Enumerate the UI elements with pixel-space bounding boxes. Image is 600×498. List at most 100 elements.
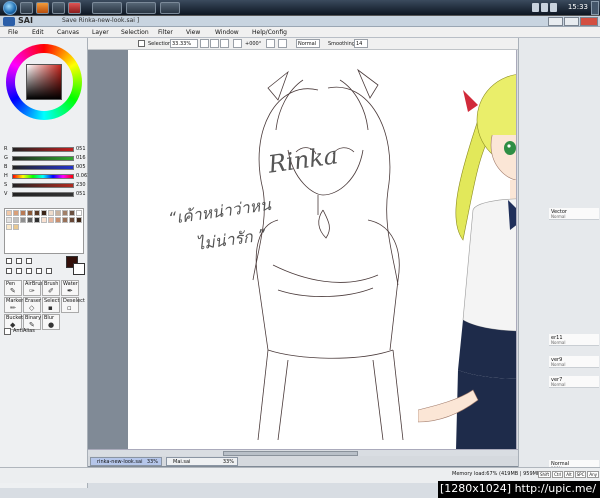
canvas-area[interactable]: Rinka “เค้าหน่าว่าหน ไม่น่ารัก ”	[88, 50, 598, 470]
layer-row[interactable]: Vector Normal	[549, 208, 599, 220]
slider-g[interactable]: G 016	[4, 155, 86, 163]
taskbar-app-1[interactable]	[20, 2, 33, 14]
zoom-in-button[interactable]	[210, 39, 219, 48]
color-swatch[interactable]	[20, 210, 26, 216]
secondary-color-icon[interactable]	[73, 263, 85, 275]
blend-select[interactable]: Normal	[296, 39, 320, 48]
color-swatch[interactable]	[34, 217, 40, 223]
color-swatch[interactable]	[6, 224, 12, 230]
taskbar-app-4[interactable]	[68, 2, 81, 14]
menu-view[interactable]: View	[186, 29, 200, 36]
eyedropper-icon[interactable]	[46, 268, 52, 274]
zoom-icon[interactable]	[16, 268, 22, 274]
zoom-field[interactable]: 33.33%	[170, 39, 198, 48]
smoothing-field[interactable]: 14	[354, 39, 368, 48]
rotate-icon[interactable]	[26, 268, 32, 274]
pen-tool-button[interactable]: Pen ✎	[4, 280, 22, 296]
layer-row[interactable]: ver9 Normal	[549, 356, 599, 368]
color-swatch[interactable]	[27, 217, 33, 223]
lasso-icon[interactable]	[16, 258, 22, 264]
water-tool-button[interactable]: Water ✒	[61, 280, 79, 296]
close-button[interactable]	[580, 17, 598, 26]
rotate-right-button[interactable]	[266, 39, 275, 48]
eraser-tool-button[interactable]: Eraser ◇	[23, 297, 41, 313]
color-swatch[interactable]	[62, 210, 68, 216]
slider-s[interactable]: S 230	[4, 182, 86, 190]
slider-track[interactable]	[12, 192, 74, 197]
taskbar-app-3[interactable]	[52, 2, 65, 14]
slider-r[interactable]: R 051	[4, 146, 86, 154]
flip-button[interactable]	[278, 39, 287, 48]
menu-canvas[interactable]: Canvas	[57, 29, 79, 36]
menu-filter[interactable]: Filter	[158, 29, 173, 36]
start-button[interactable]	[3, 1, 17, 15]
slider-v[interactable]: V 051	[4, 191, 86, 199]
move-icon[interactable]	[6, 268, 12, 274]
menu-edit[interactable]: Edit	[32, 29, 44, 36]
layer-row[interactable]: er11 Normal	[549, 334, 599, 346]
color-swatch[interactable]	[13, 217, 19, 223]
color-swatch[interactable]	[55, 210, 61, 216]
hand-icon[interactable]	[36, 268, 42, 274]
maximize-button[interactable]	[564, 17, 579, 26]
blur-tool-button[interactable]: Blur ●	[42, 314, 60, 330]
color-swatch[interactable]	[48, 217, 54, 223]
taskbar-clock[interactable]: 15:33	[568, 3, 588, 11]
taskbar-app-5[interactable]	[92, 2, 122, 14]
show-desktop-button[interactable]	[591, 1, 599, 15]
slider-b[interactable]: B 005	[4, 164, 86, 172]
color-swatch[interactable]	[76, 217, 82, 223]
rotate-left-button[interactable]	[233, 39, 242, 48]
color-swatch[interactable]	[13, 210, 19, 216]
color-swatch[interactable]	[34, 210, 40, 216]
taskbar-app-sai[interactable]	[160, 2, 180, 14]
menu-window[interactable]: Window	[215, 29, 239, 36]
slider-track[interactable]	[12, 165, 74, 170]
color-swatch[interactable]	[41, 217, 47, 223]
tray-icon-1[interactable]	[532, 3, 539, 12]
doc-tab-2[interactable]: Mai.sai 33%	[166, 457, 238, 466]
zoom-out-button[interactable]	[200, 39, 209, 48]
tray-icon-2[interactable]	[541, 3, 548, 12]
slider-track[interactable]	[12, 156, 74, 161]
deselect-tool-button[interactable]: Deselect ▫	[61, 297, 85, 313]
menu-selection[interactable]: Selection	[121, 29, 149, 36]
color-swatch[interactable]	[69, 217, 75, 223]
marker-tool-button[interactable]: Marker ✏	[4, 297, 23, 313]
slider-track[interactable]	[12, 147, 74, 152]
color-swatch[interactable]	[55, 217, 61, 223]
color-swatches[interactable]	[4, 208, 84, 254]
color-swatch[interactable]	[6, 210, 12, 216]
color-swatch[interactable]	[6, 217, 12, 223]
menu-help[interactable]: Help/Config	[252, 29, 287, 36]
color-swatch[interactable]	[41, 210, 47, 216]
layer-row[interactable]: ver7 Normal	[549, 376, 599, 388]
selection-checkbox[interactable]	[138, 40, 145, 47]
antialias-checkbox[interactable]	[4, 328, 11, 335]
magic-wand-icon[interactable]	[26, 258, 32, 264]
color-swatch[interactable]	[27, 210, 33, 216]
slider-track[interactable]	[12, 183, 74, 188]
color-swatch[interactable]	[62, 217, 68, 223]
doc-tab-1[interactable]: rinka-new-look.sai 33%	[90, 457, 162, 466]
color-swatch[interactable]	[48, 210, 54, 216]
taskbar-app-6[interactable]	[126, 2, 156, 14]
color-swatch[interactable]	[76, 210, 82, 216]
tray-icon-3[interactable]	[550, 3, 557, 12]
saturation-value-box[interactable]	[26, 64, 62, 100]
airbrush-tool-button[interactable]: AirBrush ✑	[23, 280, 46, 296]
slider-h[interactable]: H 0.061	[4, 173, 90, 181]
marquee-icon[interactable]	[6, 258, 12, 264]
color-swatch[interactable]	[13, 224, 19, 230]
slider-track[interactable]	[12, 174, 74, 179]
menu-file[interactable]: File	[8, 29, 18, 36]
color-wheel[interactable]	[6, 44, 82, 120]
color-swatch[interactable]	[69, 210, 75, 216]
color-swatch[interactable]	[20, 217, 26, 223]
zoom-reset-button[interactable]	[220, 39, 229, 48]
select-tool-button[interactable]: Select ▪	[42, 297, 60, 313]
menu-layer[interactable]: Layer	[92, 29, 109, 36]
brush-tool-button[interactable]: Brush ✐	[42, 280, 60, 296]
taskbar-app-2[interactable]	[36, 2, 49, 14]
minimize-button[interactable]	[548, 17, 563, 26]
